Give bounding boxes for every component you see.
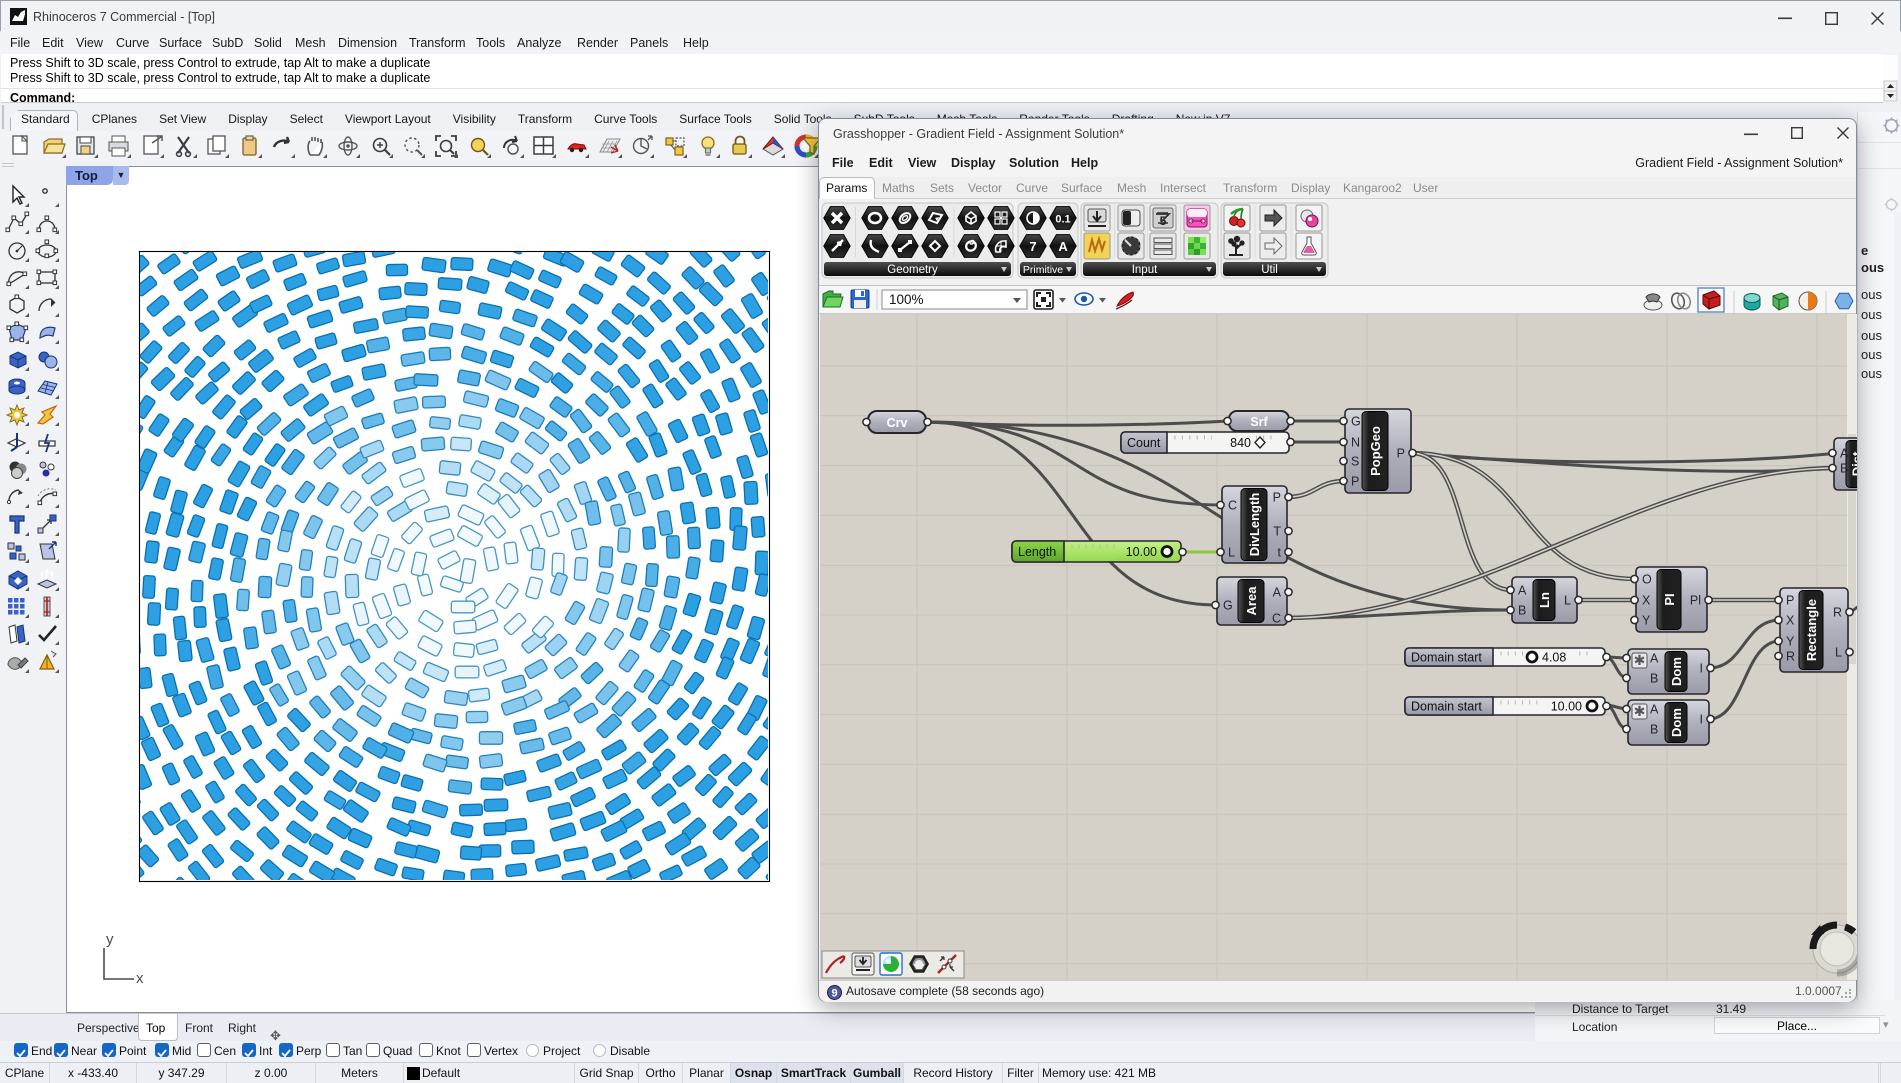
svg-text:0.1: 0.1 [1055,214,1070,226]
svg-text:A: A [1650,652,1659,666]
svg-text:Length: Length [1018,545,1056,559]
svg-text:Y: Y [1786,635,1795,649]
svg-text:P: P [1786,594,1794,608]
svg-text:4.08: 4.08 [1542,651,1566,665]
svg-text:L: L [1564,594,1571,608]
svg-text:10.00: 10.00 [1126,545,1157,559]
svg-text:100%: 100% [889,292,924,307]
svg-text:Dist: Dist [1850,451,1858,476]
svg-text:DivLength: DivLength [1247,493,1262,557]
svg-text:Crv: Crv [887,416,908,430]
svg-text:840: 840 [1230,436,1251,450]
svg-text:Domain start: Domain start [1411,700,1482,714]
svg-text:P: P [1397,447,1405,461]
svg-text:PopGeo: PopGeo [1368,426,1383,476]
svg-text:R: R [1786,650,1795,664]
svg-text:Geometry: Geometry [887,264,938,276]
svg-text:Input: Input [1132,264,1158,276]
svg-text:I: I [1700,662,1703,676]
svg-text:Y: Y [1642,614,1651,628]
svg-text:Domain start: Domain start [1411,651,1482,665]
svg-text:Srf: Srf [1250,415,1268,429]
svg-text:L: L [1835,646,1842,660]
svg-text:Util: Util [1261,264,1278,276]
svg-text:I: I [1700,713,1703,727]
svg-text:O: O [1642,573,1652,587]
svg-text:G: G [1223,599,1233,613]
svg-text:B: B [1650,672,1658,686]
svg-text:Dom: Dom [1669,708,1684,737]
svg-text:L: L [1228,546,1235,560]
svg-text:x: x [136,970,144,985]
svg-text:Area: Area [1244,586,1259,616]
svg-text:7: 7 [1029,239,1036,254]
svg-text:B: B [1650,723,1658,737]
svg-text:✱: ✱ [1634,652,1646,668]
svg-text:N: N [1351,436,1360,450]
svg-text:B: B [1840,462,1848,476]
svg-text:✱: ✱ [1634,703,1646,719]
svg-text:A: A [1840,447,1849,461]
svg-text:PI: PI [1662,593,1677,605]
svg-text:Dom: Dom [1669,657,1684,686]
svg-text:C: C [1272,612,1281,626]
svg-text:9: 9 [831,988,837,1000]
svg-text:B: B [1518,604,1526,618]
svg-text:R: R [1833,606,1842,620]
svg-text:y: y [106,931,114,948]
svg-text:A: A [1273,586,1282,600]
svg-text:Rectangle: Rectangle [1804,599,1819,661]
svg-text:Primitive: Primitive [1023,264,1063,276]
svg-text:A: A [1058,239,1068,254]
svg-text:T: T [1273,525,1281,539]
svg-text:G: G [1351,415,1361,429]
svg-text:S: S [1351,455,1359,469]
svg-text:P: P [1351,475,1359,489]
svg-text:P: P [1273,491,1281,505]
svg-text:X: X [1642,594,1651,608]
svg-text:A: A [1518,584,1527,598]
svg-text:A: A [1650,703,1659,717]
svg-text:t: t [1278,546,1282,560]
svg-text:Pl: Pl [1690,594,1701,608]
svg-text:Ln: Ln [1537,592,1552,608]
svg-text:X: X [1786,614,1795,628]
svg-text:10.00: 10.00 [1551,700,1582,714]
svg-text:C: C [1228,499,1237,513]
svg-text:Count: Count [1127,436,1161,450]
